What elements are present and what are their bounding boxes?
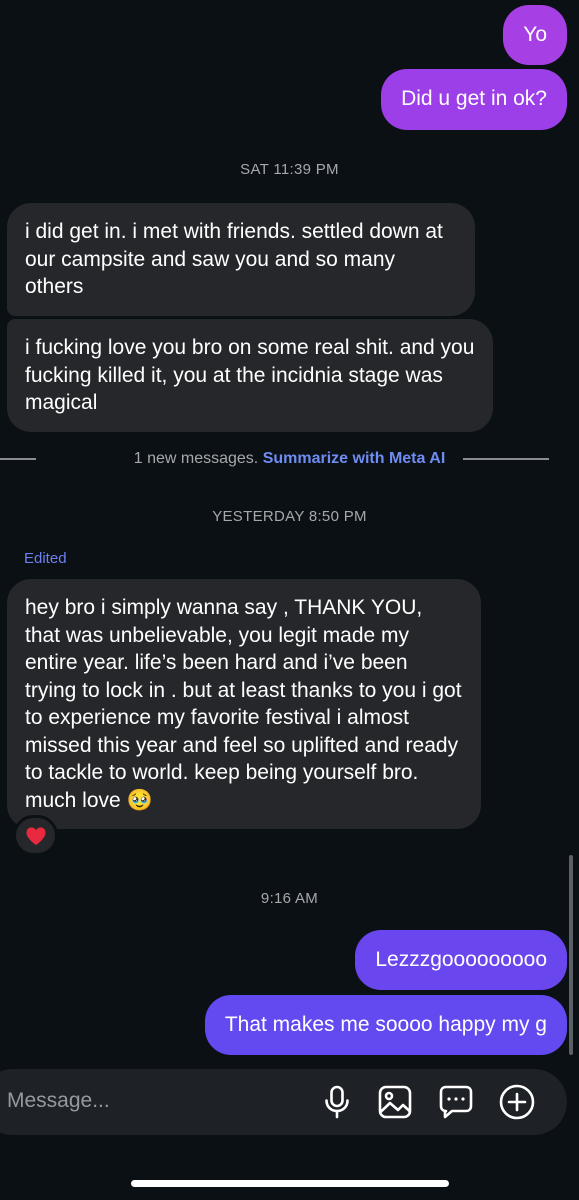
sent-message-bubble[interactable]: That makes me soooo happy my g xyxy=(204,995,567,1055)
image-icon xyxy=(378,1085,412,1119)
message-text: Lezzzgooooooooo xyxy=(375,948,547,971)
edited-label: Edited xyxy=(24,550,67,567)
message-text: Yo xyxy=(523,23,547,46)
heart-reaction[interactable] xyxy=(13,815,58,856)
sent-message-bubble[interactable]: Did u get in ok? xyxy=(381,69,567,130)
plus-icon xyxy=(499,1084,535,1120)
sticker-message-icon xyxy=(439,1085,473,1119)
new-messages-divider: 1 new messages. Summarize with Meta AI xyxy=(0,450,579,468)
sent-message-bubble[interactable]: Yo xyxy=(503,5,567,65)
scrollbar[interactable] xyxy=(569,855,573,1055)
message-text: i fucking love you bro on some real shit… xyxy=(25,336,475,414)
message-text: That makes me soooo happy my g xyxy=(224,1013,547,1036)
message-text: Did u get in ok? xyxy=(401,87,547,110)
received-message-bubble[interactable]: hey bro i simply wanna say , THANK YOU, … xyxy=(7,579,481,829)
message-text: i did get in. i met with friends. settle… xyxy=(25,220,443,298)
sticker-button[interactable] xyxy=(437,1083,475,1121)
add-button[interactable] xyxy=(498,1083,536,1121)
microphone-button[interactable] xyxy=(318,1083,356,1121)
message-input[interactable]: Message... xyxy=(7,1089,110,1113)
timestamp: YESTERDAY 8:50 PM xyxy=(212,508,367,525)
summarize-with-meta-ai-link[interactable]: Summarize with Meta AI xyxy=(263,450,446,467)
microphone-icon xyxy=(325,1085,349,1119)
home-indicator[interactable] xyxy=(131,1180,449,1187)
timestamp: SAT 11:39 PM xyxy=(240,161,339,178)
heart-icon xyxy=(25,826,46,845)
sent-message-bubble[interactable]: Lezzzgooooooooo xyxy=(355,930,567,990)
gallery-button[interactable] xyxy=(376,1083,414,1121)
timestamp: 9:16 AM xyxy=(260,890,319,907)
message-text: hey bro i simply wanna say , THANK YOU, … xyxy=(25,596,462,812)
new-messages-text: 1 new messages. xyxy=(133,450,259,467)
received-message-bubble[interactable]: i did get in. i met with friends. settle… xyxy=(7,203,475,316)
received-message-bubble[interactable]: i fucking love you bro on some real shit… xyxy=(7,319,493,432)
pleading-face-emoji: 🥹 xyxy=(126,788,153,812)
